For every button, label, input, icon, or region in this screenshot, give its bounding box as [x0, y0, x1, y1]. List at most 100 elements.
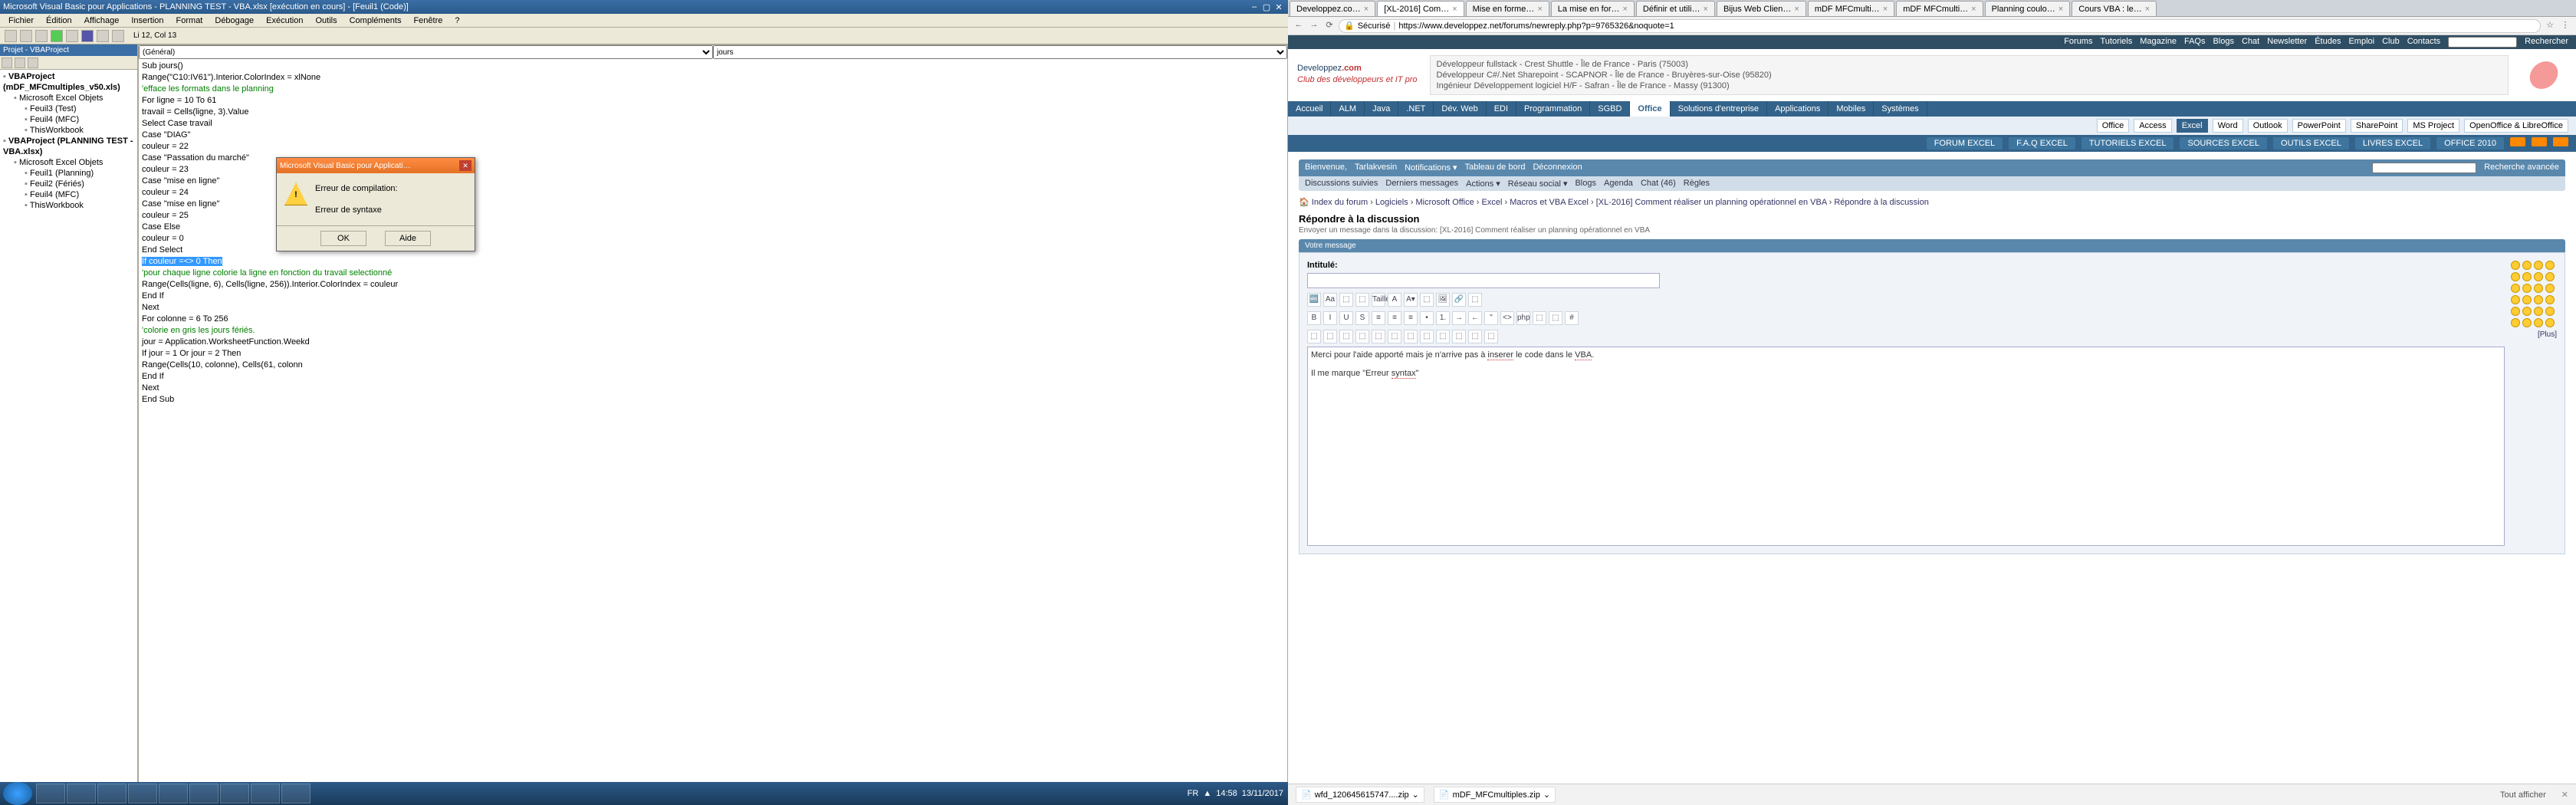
breadcrumb-link[interactable]: Microsoft Office: [1416, 198, 1474, 207]
menu-format[interactable]: Format: [172, 15, 207, 26]
forumbar2-item[interactable]: Chat (46): [1641, 179, 1676, 189]
editor-tool[interactable]: ": [1484, 311, 1498, 325]
breadcrumb-link[interactable]: Macros et VBA Excel: [1510, 198, 1589, 207]
menu-?[interactable]: ?: [451, 15, 463, 26]
maximize-icon[interactable]: ▢: [1260, 2, 1273, 12]
nav-item[interactable]: Excel: [2177, 119, 2208, 133]
close-icon[interactable]: ✕: [1273, 2, 1285, 12]
view-code-icon[interactable]: [2, 58, 12, 68]
tab-close-icon[interactable]: ×: [1794, 5, 1799, 14]
topnav-link[interactable]: Blogs: [2213, 37, 2234, 48]
resource-link[interactable]: SOURCES EXCEL: [2180, 137, 2267, 150]
download-item[interactable]: mDF_MFCmultiples.zip⌄: [1434, 787, 1556, 803]
project-tree[interactable]: VBAProject (mDF_MFCmultiples_v50.xls) Mic…: [0, 70, 137, 212]
tab-close-icon[interactable]: ×: [1704, 5, 1708, 14]
smiley-icon[interactable]: [2534, 284, 2543, 293]
smiley-icon[interactable]: [2522, 295, 2532, 304]
forum-search-input[interactable]: [2372, 163, 2476, 173]
taskbar-app[interactable]: [97, 784, 127, 803]
nav-item[interactable]: OpenOffice & LibreOffice: [2464, 119, 2568, 133]
breadcrumb-link[interactable]: Répondre à la discussion: [1834, 198, 1929, 207]
breadcrumb-link[interactable]: Index du forum: [1312, 198, 1368, 207]
object-dropdown[interactable]: (Général): [139, 45, 713, 59]
smiley-icon[interactable]: [2511, 261, 2520, 270]
system-tray[interactable]: FR ▲ 14:58 13/11/2017: [1183, 789, 1288, 798]
tree-node[interactable]: VBAProject (PLANNING TEST - VBA.xlsx): [3, 136, 133, 156]
editor-tool[interactable]: •: [1420, 311, 1434, 325]
editor-tool[interactable]: ⬚: [1420, 293, 1434, 307]
tree-node[interactable]: ThisWorkbook: [25, 126, 84, 135]
editor-tool[interactable]: ⬚: [1339, 330, 1353, 343]
toolbar-button[interactable]: [20, 30, 32, 42]
forumbar2-item[interactable]: Règles: [1684, 179, 1710, 189]
tab-close-icon[interactable]: ×: [1971, 5, 1976, 14]
nav-item[interactable]: ALM: [1331, 101, 1365, 117]
editor-tool[interactable]: php: [1516, 311, 1530, 325]
editor-tool[interactable]: ⬚: [1323, 330, 1337, 343]
editor-tool[interactable]: A▾: [1404, 293, 1418, 307]
close-icon[interactable]: ✕: [2561, 790, 2568, 800]
forumbar2-item[interactable]: Agenda: [1604, 179, 1633, 189]
address-bar[interactable]: 🔒 Sécurisé | https://www.developpez.net/…: [1339, 19, 2541, 33]
nav-item[interactable]: Accueil: [1288, 101, 1331, 117]
editor-tool[interactable]: A: [1388, 293, 1401, 307]
menu-fenêtre[interactable]: Fenêtre: [409, 15, 446, 26]
nav-item[interactable]: Word: [2213, 119, 2243, 133]
nav-item[interactable]: Solutions d'entreprise: [1671, 101, 1767, 117]
editor-tool[interactable]: B: [1307, 311, 1321, 325]
pause-icon[interactable]: [66, 30, 78, 42]
breadcrumb-link[interactable]: Logiciels: [1375, 198, 1408, 207]
job-ad-line[interactable]: Développeur C#/.Net Sharepoint - SCAPNOR…: [1437, 70, 2502, 80]
menu-édition[interactable]: Édition: [42, 15, 76, 26]
editor-tool[interactable]: ⬚: [1420, 330, 1434, 343]
job-ad-line[interactable]: Ingénieur Développement logiciel H/F - S…: [1437, 80, 2502, 91]
forumbar-item[interactable]: Bienvenue,: [1305, 163, 1347, 173]
toolbar-button[interactable]: [112, 30, 124, 42]
editor-tool[interactable]: <>: [1500, 311, 1514, 325]
nav-item[interactable]: Java: [1365, 101, 1398, 117]
smiley-icon[interactable]: [2534, 318, 2543, 327]
taskbar-app[interactable]: [189, 784, 219, 803]
forumbar2-item[interactable]: Actions ▾: [1466, 179, 1500, 189]
menu-icon[interactable]: ⋮: [2559, 20, 2571, 32]
editor-tool[interactable]: ⬚: [1339, 293, 1353, 307]
editor-tool[interactable]: #: [1565, 311, 1579, 325]
tab-close-icon[interactable]: ×: [1364, 5, 1368, 14]
tree-node[interactable]: Microsoft Excel Objets: [14, 94, 103, 103]
forumbar2-item[interactable]: Discussions suivies: [1305, 179, 1378, 189]
nav-item[interactable]: Office: [1630, 101, 1670, 117]
tree-node[interactable]: VBAProject (mDF_MFCmultiples_v50.xls): [3, 72, 120, 92]
chevron-down-icon[interactable]: ⌄: [1543, 790, 1550, 800]
editor-tool[interactable]: ⬚: [1404, 330, 1418, 343]
smiley-icon[interactable]: [2545, 284, 2555, 293]
dialog-close-icon[interactable]: ✕: [459, 160, 472, 171]
editor-tool[interactable]: ⬚: [1533, 311, 1546, 325]
smiley-icon[interactable]: [2522, 284, 2532, 293]
tree-node[interactable]: Feuil4 (MFC): [25, 190, 79, 199]
browser-tab[interactable]: [XL-2016] Com…×: [1377, 1, 1464, 16]
editor-tool[interactable]: ⬚: [1436, 330, 1450, 343]
smiley-icon[interactable]: [2545, 272, 2555, 281]
smiley-icon[interactable]: [2534, 261, 2543, 270]
smiley-icon[interactable]: [2522, 261, 2532, 270]
social-icon[interactable]: [2532, 137, 2547, 146]
nav-item[interactable]: SharePoint: [2351, 119, 2403, 133]
tree-node[interactable]: Feuil4 (MFC): [25, 115, 79, 124]
message-editor[interactable]: Merci pour l'aide apporté mais je n'arri…: [1307, 347, 2505, 546]
editor-tool[interactable]: →: [1452, 311, 1466, 325]
topnav-link[interactable]: Tutoriels: [2100, 37, 2132, 48]
nav-item[interactable]: Office: [2097, 119, 2130, 133]
topnav-link[interactable]: Contacts: [2407, 37, 2440, 48]
more-smileys-link[interactable]: [Plus]: [2511, 330, 2557, 339]
smiley-icon[interactable]: [2511, 318, 2520, 327]
editor-tool[interactable]: ⬚: [1355, 293, 1369, 307]
tray-icon[interactable]: ▲: [1203, 789, 1211, 798]
forumbar-item[interactable]: Tarlakvesin: [1355, 163, 1397, 173]
topnav-link[interactable]: Forums: [2064, 37, 2092, 48]
minimize-icon[interactable]: –: [1248, 2, 1260, 12]
smiley-icon[interactable]: [2545, 318, 2555, 327]
editor-tool[interactable]: ←: [1468, 311, 1482, 325]
menu-outils[interactable]: Outils: [311, 15, 340, 26]
smiley-icon[interactable]: [2545, 307, 2555, 316]
reload-icon[interactable]: ⟳: [1323, 20, 1336, 32]
